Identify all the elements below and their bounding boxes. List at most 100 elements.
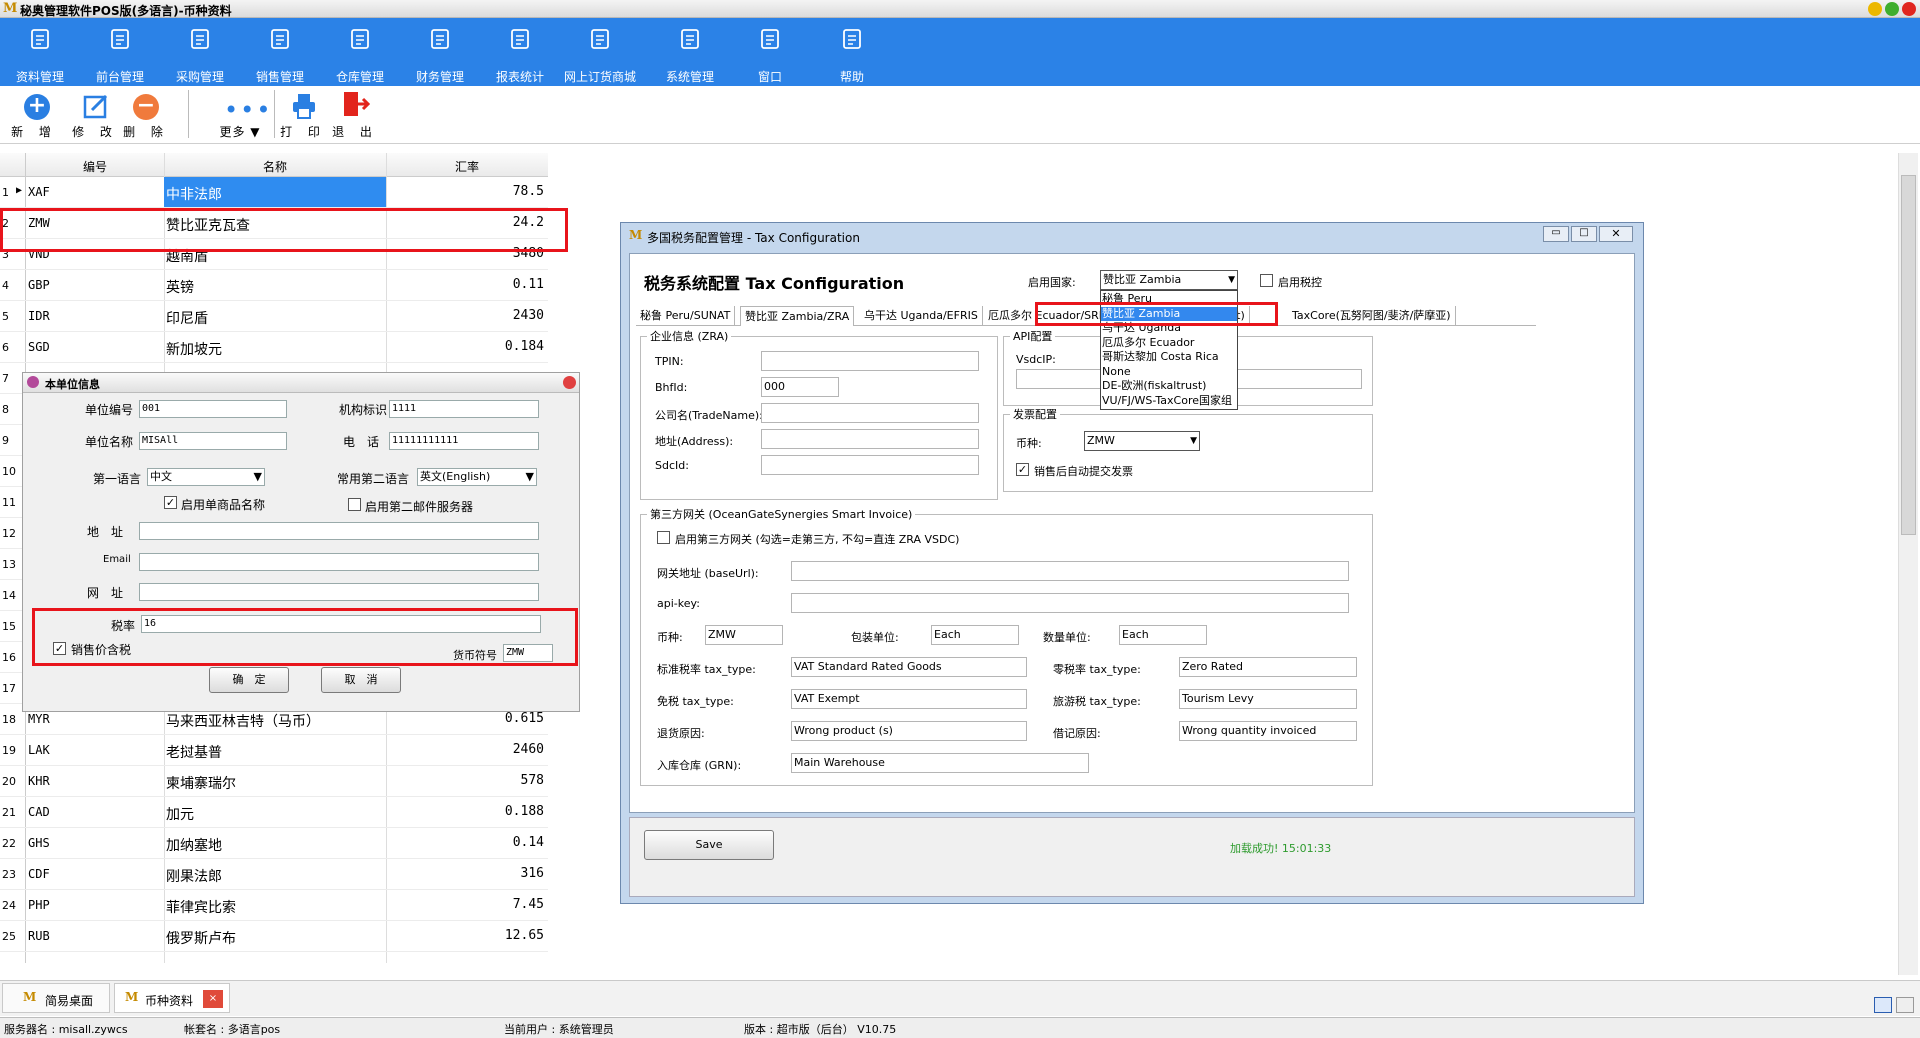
lang2-select[interactable]: 英文(English) ▼ [417, 468, 537, 486]
tax-maximize[interactable]: □ [1571, 226, 1597, 242]
task-currency[interactable]: M 币种资料 × [114, 983, 230, 1013]
gateway-legend: 第三方网关 (OceanGateSynergies Smart Invoice) [647, 506, 916, 522]
exit-icon [344, 92, 370, 116]
org-label: 机构标识 [339, 403, 388, 417]
tax-close[interactable]: ✕ [1599, 226, 1633, 242]
table-row[interactable]: 23 CDF 刚果法郎 316 [0, 859, 548, 890]
table-row[interactable]: 1 ▶ XAF 中非法郎 78.5 [0, 177, 548, 208]
lang1-select[interactable]: 中文 ▼ [147, 468, 265, 486]
task-desktop[interactable]: M 简易桌面 [2, 983, 110, 1013]
dropdown-option[interactable]: 厄瓜多尔 Ecuador [1101, 336, 1237, 350]
table-row[interactable]: 4 GBP 英镑 0.11 [0, 270, 548, 301]
menu-help[interactable]: 帮助 [812, 18, 892, 86]
restore-icon[interactable] [1874, 997, 1892, 1013]
menu-finance-mgmt[interactable]: 财务管理 [400, 18, 480, 86]
table-row[interactable]: 24 PHP 菲律宾比索 7.45 [0, 890, 548, 921]
col-rate-header[interactable]: 汇率 [386, 158, 548, 175]
qty-unit-input[interactable]: Each [1119, 625, 1207, 645]
tab-1[interactable]: 赞比亚 Zambia/ZRA [740, 306, 855, 326]
company-address-input[interactable] [761, 429, 979, 449]
tax-minimize[interactable]: ▭ [1543, 226, 1569, 242]
tpin-input[interactable] [761, 351, 979, 371]
menu-online-mall[interactable]: 网上订货商城 [560, 18, 640, 86]
exit-button[interactable]: 退 出 [332, 86, 378, 142]
app-logo: M [3, 1, 18, 16]
dropdown-option[interactable]: 哥斯达黎加 Costa Rica [1101, 350, 1237, 364]
close-button[interactable] [1902, 2, 1916, 16]
country-select[interactable]: 赞比亚 Zambia ▼ [1100, 270, 1238, 290]
vertical-scrollbar[interactable] [1898, 153, 1918, 975]
menu-purchase-mgmt[interactable]: 采购管理 [160, 18, 240, 86]
save-button[interactable]: Save [644, 830, 774, 860]
purchase-mgmt-icon [191, 29, 209, 49]
gateway-enable-checkbox[interactable] [657, 531, 670, 544]
cancel-button[interactable]: 取 消 [321, 667, 401, 693]
email-input[interactable] [139, 553, 539, 571]
table-row[interactable]: 20 KHR 柬埔寨瑞尔 578 [0, 766, 548, 797]
add-button[interactable]: + 新 增 [10, 86, 58, 142]
menu-data-mgmt[interactable]: 资料管理 [0, 18, 80, 86]
table-row[interactable]: 25 RUB 俄罗斯卢布 12.65 [0, 921, 548, 952]
window-icon [761, 29, 779, 49]
tourism-tax-input[interactable]: Tourism Levy [1179, 689, 1357, 709]
dropdown-option[interactable]: VU/FJ/WS-TaxCore国家组 [1101, 394, 1237, 408]
trade-name-input[interactable] [761, 403, 979, 423]
return-reason-input[interactable]: Wrong product (s) [791, 721, 1027, 741]
table-row[interactable]: 22 GHS 加纳塞地 0.14 [0, 828, 548, 859]
table-row[interactable]: 6 SGD 新加坡元 0.184 [0, 332, 548, 363]
address-label: 地 址 [87, 525, 124, 539]
more-icon: ••• [224, 96, 273, 124]
enable-tax-checkbox[interactable] [1260, 274, 1273, 287]
task-currency-label: 币种资料 [145, 994, 194, 1008]
menu-sales-mgmt[interactable]: 销售管理 [240, 18, 320, 86]
edit-button[interactable]: 修 改 [70, 86, 120, 142]
menu-front-mgmt[interactable]: 前台管理 [80, 18, 160, 86]
zero-tax-input[interactable]: Zero Rated [1179, 657, 1357, 677]
tab-0[interactable]: 秘鲁 Peru/SUNAT [636, 306, 736, 326]
table-row[interactable]: 21 CAD 加元 0.188 [0, 797, 548, 828]
maximize-button[interactable] [1885, 2, 1899, 16]
warehouse-input[interactable]: Main Warehouse [791, 753, 1089, 773]
single-name-checkbox[interactable]: ✓ [164, 496, 177, 509]
menu-window[interactable]: 窗口 [730, 18, 810, 86]
table-row[interactable]: 5 IDR 印尼盾 2430 [0, 301, 548, 332]
invoice-currency-select[interactable]: ZMW ▼ [1084, 431, 1200, 451]
tab-5[interactable]: TaxCore(瓦努阿图/斐济/萨摩亚) [1288, 306, 1456, 326]
col-name-header[interactable]: 名称 [164, 158, 386, 175]
bhfid-input[interactable]: 000 [761, 377, 839, 397]
dropdown-option[interactable]: DE-欧洲(fiskaltrust) [1101, 379, 1237, 393]
org-input[interactable]: 1111 [389, 400, 539, 418]
auto-submit-checkbox[interactable]: ✓ [1016, 463, 1029, 476]
unit-code-input[interactable]: 001 [139, 400, 287, 418]
gw-currency-input[interactable]: ZMW [705, 625, 783, 645]
address-input[interactable] [139, 522, 539, 540]
delete-button[interactable]: − 删 除 [122, 86, 170, 142]
std-tax-input[interactable]: VAT Standard Rated Goods [791, 657, 1027, 677]
unit-name-input[interactable]: MISAll [139, 432, 287, 450]
menu-system-mgmt[interactable]: 系统管理 [650, 18, 730, 86]
exempt-tax-input[interactable]: VAT Exempt [791, 689, 1027, 709]
close-tab-icon[interactable]: × [203, 990, 223, 1008]
col-code-header[interactable]: 编号 [26, 158, 164, 175]
website-input[interactable] [139, 583, 539, 601]
phone-input[interactable]: 11111111111 [389, 432, 539, 450]
unit-dialog-header: 本单位信息 [23, 373, 579, 393]
apikey-input[interactable] [791, 593, 1349, 613]
tab-2[interactable]: 乌干达 Uganda/EFRIS [860, 306, 983, 326]
mail2-checkbox[interactable] [348, 498, 361, 511]
sdcid-input[interactable] [761, 455, 979, 475]
baseurl-input[interactable] [791, 561, 1349, 581]
pack-unit-input[interactable]: Each [931, 625, 1019, 645]
dropdown-option[interactable]: None [1101, 365, 1237, 379]
settings-icon[interactable] [1896, 997, 1914, 1013]
tax-status: 加载成功! 15:01:33 [1230, 842, 1332, 855]
print-button[interactable]: 打 印 [280, 86, 326, 142]
table-row[interactable]: 19 LAK 老挝基普 2460 [0, 735, 548, 766]
ok-button[interactable]: 确 定 [209, 667, 289, 693]
debit-reason-input[interactable]: Wrong quantity invoiced [1179, 721, 1357, 741]
menu-report-stats[interactable]: 报表统计 [480, 18, 560, 86]
more-button[interactable]: ••• 更多 ▼ [212, 86, 270, 142]
unit-dialog-close[interactable] [563, 376, 576, 389]
minimize-button[interactable] [1868, 2, 1882, 16]
menu-warehouse-mgmt[interactable]: 仓库管理 [320, 18, 400, 86]
